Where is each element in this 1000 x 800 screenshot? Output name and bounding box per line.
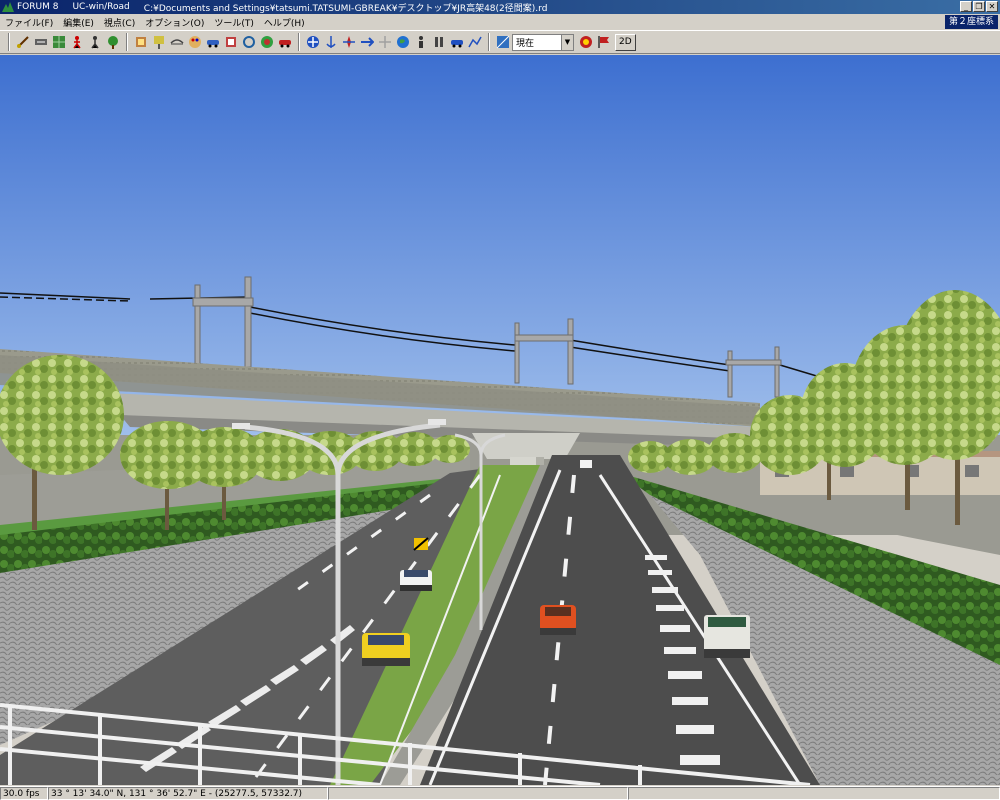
menu-tools[interactable]: ツール(T): [209, 16, 259, 29]
menu-bar: ファイル(F) 編集(E) 視点(C) オプション(O) ツール(T) ヘルプ(…: [0, 14, 1000, 30]
restore-button[interactable]: ❐: [973, 1, 985, 12]
coord-system-badge[interactable]: 第２座標系: [944, 15, 998, 29]
palette-icon[interactable]: [186, 34, 203, 51]
flag-icon[interactable]: [595, 34, 612, 51]
white-car-left: [400, 570, 432, 591]
vehicle-icon[interactable]: [204, 34, 221, 51]
window-titlebar: FORUM 8 UC-win/Road C:¥Documents and Set…: [0, 0, 1000, 14]
fog-icon[interactable]: [577, 34, 594, 51]
orange-car: [540, 605, 576, 635]
cross-section-icon[interactable]: [32, 34, 49, 51]
fps-readout: 30.0 fps: [0, 787, 48, 800]
menu-view[interactable]: 視点(C): [99, 16, 140, 29]
toolbar-separator: [126, 33, 128, 51]
chevron-down-icon[interactable]: ▼: [561, 34, 573, 50]
distant-car: [580, 460, 592, 468]
pause-icon[interactable]: [430, 34, 447, 51]
car-red-icon[interactable]: [276, 34, 293, 51]
walker-icon[interactable]: [86, 34, 103, 51]
road-edit-icon[interactable]: [14, 34, 31, 51]
bridge-icon[interactable]: [168, 34, 185, 51]
terrain-icon[interactable]: [50, 34, 67, 51]
crosshair-icon[interactable]: [376, 34, 393, 51]
camera-icon[interactable]: [132, 34, 149, 51]
view-2d-button[interactable]: 2D: [615, 33, 636, 51]
toolbar-separator: [8, 33, 10, 51]
model-icon[interactable]: [222, 34, 239, 51]
3d-viewport[interactable]: [0, 55, 1000, 785]
toolbar: 現在 ▼ 2D: [0, 30, 1000, 54]
plane-icon[interactable]: [358, 34, 375, 51]
route-icon[interactable]: [466, 34, 483, 51]
app-name: FORUM 8: [17, 2, 59, 12]
car-blue-icon[interactable]: [448, 34, 465, 51]
file-path: C:¥Documents and Settings¥tatsumi.TATSUM…: [143, 3, 548, 14]
status-panel-empty: [328, 787, 628, 800]
location-readout: 33 ° 13' 34.0" N, 131 ° 36' 52.7" E - (2…: [48, 787, 328, 800]
minimize-button[interactable]: _: [960, 1, 972, 12]
sign-icon[interactable]: [150, 34, 167, 51]
menu-options[interactable]: オプション(O): [140, 16, 209, 29]
person-red-icon[interactable]: [68, 34, 85, 51]
sun-icon[interactable]: [494, 34, 511, 51]
earth-icon[interactable]: [394, 34, 411, 51]
compass-icon[interactable]: [340, 34, 357, 51]
globe-icon[interactable]: [258, 34, 275, 51]
app-logo-icon: [2, 2, 14, 13]
time-select-value: 現在: [516, 38, 535, 49]
close-button[interactable]: ✕: [986, 1, 998, 12]
driver-icon[interactable]: [412, 34, 429, 51]
status-panel-empty-2: [628, 787, 1000, 800]
status-bar: 30.0 fps 33 ° 13' 34.0" N, 131 ° 36' 52.…: [0, 786, 1000, 800]
menu-help[interactable]: ヘルプ(H): [259, 16, 310, 29]
menu-edit[interactable]: 編集(E): [58, 16, 99, 29]
product-name: UC-win/Road: [72, 2, 130, 12]
time-select[interactable]: 現在 ▼: [512, 33, 574, 51]
menu-file[interactable]: ファイル(F): [0, 16, 58, 29]
rotate-icon[interactable]: [240, 34, 257, 51]
toolbar-separator: [298, 33, 300, 51]
white-van: [704, 615, 750, 658]
yellow-car: [362, 633, 410, 666]
toolbar-separator: [488, 33, 490, 51]
move-icon[interactable]: [304, 34, 321, 51]
tree-icon[interactable]: [104, 34, 121, 51]
anchor-icon[interactable]: [322, 34, 339, 51]
